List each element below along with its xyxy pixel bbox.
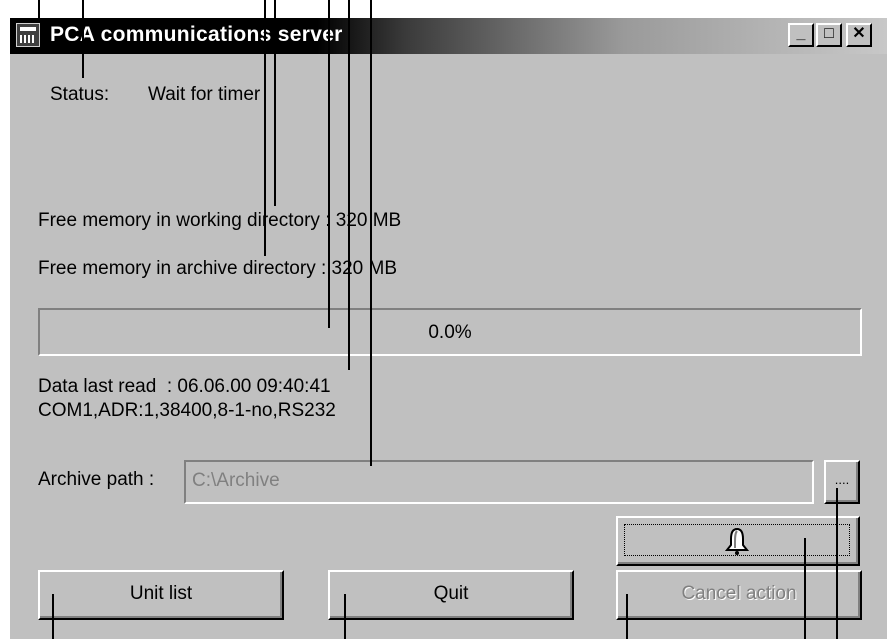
callout-line <box>52 594 54 639</box>
title-bar[interactable]: PCA communications server _ □ ✕ <box>10 18 887 54</box>
browse-label: .... <box>834 472 850 487</box>
bell-icon <box>724 527 750 555</box>
progress-bar: 0.0% <box>38 308 862 356</box>
callout-line <box>82 0 84 78</box>
browse-button[interactable]: .... <box>824 460 860 504</box>
archive-path-label: Archive path : <box>38 469 155 490</box>
connection-text: COM1,ADR:1,38400,8-1-no,RS232 <box>38 400 336 421</box>
last-read-text: Data last read : 06.06.00 09:40:41 <box>38 376 331 397</box>
callout-line <box>348 0 350 370</box>
status-label: Status: <box>50 84 110 105</box>
callout-line <box>344 594 346 639</box>
unit-list-button[interactable]: Unit list <box>38 570 284 620</box>
cancel-action-label: Cancel action <box>681 583 797 604</box>
working-memory-text: Free memory in working directory : 320 M… <box>38 210 402 231</box>
archive-path-value: C:\Archive <box>192 470 280 491</box>
main-window: PCA communications server _ □ ✕ Status: … <box>8 16 887 639</box>
window-title: PCA communications server <box>50 23 343 46</box>
callout-line <box>626 594 628 639</box>
unit-list-label: Unit list <box>129 583 193 604</box>
cancel-action-button[interactable]: Cancel action <box>616 570 862 620</box>
callout-line <box>804 538 806 639</box>
alarm-button[interactable] <box>616 516 860 566</box>
quit-button[interactable]: Quit <box>328 570 574 620</box>
callout-line <box>274 0 276 206</box>
maximize-button[interactable]: □ <box>816 23 842 47</box>
progress-text: 0.0% <box>428 322 472 343</box>
minimize-button[interactable]: _ <box>788 23 814 47</box>
quit-label: Quit <box>433 583 469 604</box>
callout-line <box>836 488 838 639</box>
callout-line <box>370 0 372 466</box>
app-icon[interactable] <box>16 23 40 47</box>
callout-line <box>328 0 330 328</box>
archive-memory-text: Free memory in archive directory : 320 M… <box>38 258 398 279</box>
callout-line <box>38 0 40 18</box>
archive-path-field[interactable]: C:\Archive <box>184 460 814 504</box>
close-button[interactable]: ✕ <box>846 23 872 47</box>
callout-line <box>264 0 266 256</box>
status-value: Wait for timer <box>148 84 261 105</box>
